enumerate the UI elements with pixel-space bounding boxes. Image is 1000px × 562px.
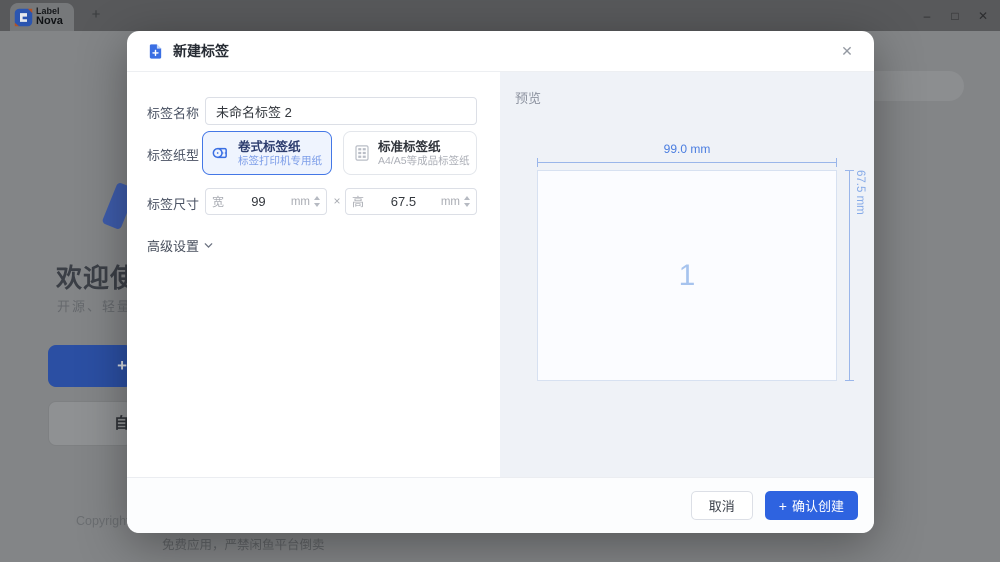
app-tab[interactable]: Label Nova	[10, 3, 74, 31]
height-prefix: 高	[352, 193, 364, 210]
width-dimension-line	[537, 162, 837, 163]
height-unit: mm	[441, 196, 460, 208]
height-input[interactable]	[366, 194, 441, 209]
maximize-button[interactable]: □	[944, 5, 966, 27]
new-label-dialog: 新建标签 ✕ 标签名称 标签纸型 卷式标签纸 标签打印机专用纸	[127, 31, 874, 533]
advanced-settings-toggle[interactable]: 高级设置	[147, 236, 214, 255]
roll-paper-icon	[211, 143, 231, 163]
dialog-footer: 取消 + 确认创建	[127, 477, 874, 533]
welcome-title: 欢迎使	[56, 258, 137, 295]
new-tab-button[interactable]: +	[86, 5, 106, 25]
stepper-up-icon[interactable]	[314, 196, 320, 200]
confirm-create-label: 确认创建	[792, 496, 844, 515]
height-dimension-line	[849, 170, 850, 381]
width-stepper[interactable]	[314, 196, 320, 207]
dialog-header: 新建标签 ✕	[127, 31, 874, 72]
dialog-body: 标签名称 标签纸型 卷式标签纸 标签打印机专用纸	[127, 72, 874, 477]
height-input-group: 高 mm	[345, 188, 477, 215]
chevron-down-icon	[203, 240, 214, 251]
preview-label-number: 1	[679, 259, 696, 293]
width-input-group: 宽 mm	[205, 188, 327, 215]
dimension-times-separator: ×	[330, 188, 344, 215]
file-plus-icon	[147, 43, 164, 60]
copyright-line1: Copyright	[76, 514, 130, 528]
size-field-label: 标签尺寸	[147, 194, 199, 213]
welcome-secondary-button: 自	[48, 401, 133, 446]
title-bar: Label Nova + – □ ✕	[0, 0, 1000, 31]
name-field-label: 标签名称	[147, 103, 199, 122]
stepper-up-icon[interactable]	[464, 196, 470, 200]
copyright-line2: 免费应用，严禁闲鱼平台倒卖	[162, 534, 325, 553]
paper-option-title: 卷式标签纸	[238, 139, 322, 155]
window-controls: – □ ✕	[916, 0, 994, 31]
dialog-close-icon[interactable]: ✕	[836, 40, 858, 62]
width-unit: mm	[291, 196, 310, 208]
paper-option-title: 标准标签纸	[378, 139, 470, 155]
paper-option-roll[interactable]: 卷式标签纸 标签打印机专用纸	[202, 131, 332, 175]
confirm-create-button[interactable]: + 确认创建	[765, 491, 858, 520]
advanced-settings-label: 高级设置	[147, 236, 199, 255]
width-prefix: 宽	[212, 193, 224, 210]
form-column: 标签名称 标签纸型 卷式标签纸 标签打印机专用纸	[127, 72, 500, 477]
paper-option-subtitle: 标签打印机专用纸	[238, 155, 322, 168]
paper-option-standard[interactable]: 标准标签纸 A4/A5等成品标签纸	[343, 131, 477, 175]
preview-height-dimension: 67.5 mm	[854, 170, 866, 381]
stepper-down-icon[interactable]	[314, 203, 320, 207]
label-name-input[interactable]	[205, 97, 477, 125]
cancel-button[interactable]: 取消	[691, 491, 753, 520]
app-logo-icon	[13, 7, 34, 28]
app-tab-title: Label Nova	[36, 7, 63, 27]
app-name-line2: Nova	[36, 16, 63, 27]
dialog-title: 新建标签	[173, 41, 229, 61]
window-close-button[interactable]: ✕	[972, 5, 994, 27]
paper-option-subtitle: A4/A5等成品标签纸	[378, 155, 470, 168]
width-input[interactable]	[226, 194, 291, 209]
preview-width-dimension: 99.0 mm	[537, 142, 837, 156]
paper-type-label: 标签纸型	[147, 145, 199, 164]
stepper-down-icon[interactable]	[464, 203, 470, 207]
sheet-grid-icon	[353, 144, 371, 162]
minimize-button[interactable]: –	[916, 5, 938, 27]
label-preview-canvas: 1	[537, 170, 837, 381]
preview-panel-label: 预览	[515, 88, 541, 107]
welcome-primary-button: +	[48, 345, 133, 387]
plus-icon: +	[779, 498, 787, 514]
preview-panel: 预览 99.0 mm 1 67.5 mm	[500, 72, 874, 477]
height-stepper[interactable]	[464, 196, 470, 207]
